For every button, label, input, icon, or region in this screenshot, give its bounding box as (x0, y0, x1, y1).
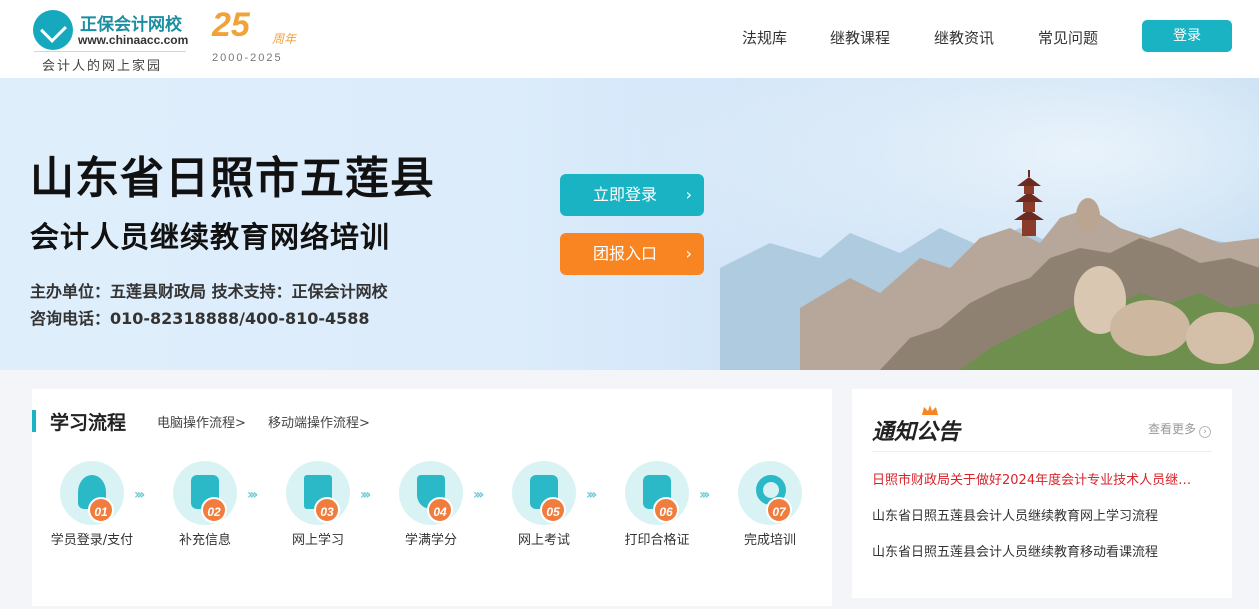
banner-subtitle: 会计人员继续教育网络培训 (30, 220, 391, 254)
banner-organizer: 主办单位：五莲县财政局 技术支持：正保会计网校 (30, 282, 388, 301)
learning-process-panel: 学习流程 电脑操作流程> 移动端操作流程> 01 学员登录/支付 ››› 02 … (32, 389, 832, 606)
step-label: 学员登录/支付 (50, 533, 134, 548)
step-number: 07 (766, 497, 792, 523)
section-accent-bar (32, 410, 36, 432)
step-item: 01 学员登录/支付 (42, 461, 142, 591)
notice-item[interactable]: 山东省日照五莲县会计人员继续教育网上学习流程 (872, 505, 1202, 524)
chevron-right-icon: › (685, 244, 692, 263)
nav-link-regulations[interactable]: 法规库 (742, 27, 787, 48)
step-number: 06 (653, 497, 679, 523)
pagoda-icon (1014, 170, 1044, 236)
anniversary-number: 25 (212, 6, 250, 44)
step-arrow-icon: ››› (699, 487, 710, 503)
mobile-guide-link[interactable]: 移动端操作流程> (268, 412, 370, 431)
notice-title: 通知公告 (872, 419, 961, 445)
see-more-label: 查看更多 (1148, 422, 1197, 436)
step-item: 03 网上学习 (268, 461, 368, 591)
learning-process-title: 学习流程 (50, 412, 127, 434)
step-number: 03 (314, 497, 340, 523)
step-arrow-icon: ››› (473, 487, 484, 503)
step-arrow-icon: ››› (247, 487, 258, 503)
step-label: 补充信息 (178, 533, 231, 548)
site-header: 正保会计网校 www.chinaacc.com 会计人的网上家园 25 周年 2… (0, 0, 1259, 78)
logo-name: 正保会计网校 (80, 15, 182, 35)
step-label: 完成培训 (743, 533, 796, 548)
chevron-right-icon: › (1199, 426, 1212, 438)
group-enroll-label: 团报入口 (593, 244, 658, 263)
step-item: 02 补充信息 (155, 461, 255, 591)
logo-slogan: 会计人的网上家园 (42, 59, 163, 74)
step-number: 02 (201, 497, 227, 523)
step-number: 04 (427, 497, 453, 523)
step-arrow-icon: ››› (360, 487, 371, 503)
step-label: 网上考试 (517, 533, 570, 548)
see-more-link[interactable]: 查看更多 › (1148, 420, 1212, 438)
logo-url: www.chinaacc.com (78, 33, 189, 47)
nav-link-news[interactable]: 继教资讯 (934, 27, 994, 48)
step-number: 05 (540, 497, 566, 523)
anniversary-badge: 25 周年 2000-2025 (212, 6, 322, 68)
nav-link-courses[interactable]: 继教课程 (830, 27, 890, 48)
login-now-label: 立即登录 (593, 185, 658, 204)
site-logo[interactable]: 正保会计网校 www.chinaacc.com 会计人的网上家园 (30, 8, 190, 74)
banner-phone: 咨询电话：010-82318888/400-810-4588 (30, 309, 370, 328)
header-login-button[interactable]: 登录 (1142, 20, 1232, 52)
logo-mark-icon (33, 10, 73, 50)
step-item: 07 完成培训 (720, 461, 820, 591)
logo-divider (34, 51, 186, 52)
login-now-button[interactable]: 立即登录 › (560, 174, 704, 216)
nav-link-faq[interactable]: 常见问题 (1038, 27, 1098, 48)
step-item: 06 打印合格证 (607, 461, 707, 591)
step-label: 学满学分 (404, 533, 457, 548)
hero-banner: 山东省日照市五莲县 会计人员继续教育网络培训 主办单位：五莲县财政局 技术支持：… (0, 78, 1259, 370)
notice-panel: 通知公告 查看更多› 日照市财政局关于做好2024年度会计专业技术人员继续教育工… (852, 389, 1232, 598)
mountain-pagoda-illustration (720, 170, 1259, 370)
step-label: 网上学习 (291, 533, 344, 548)
step-arrow-icon: ››› (134, 487, 145, 503)
step-arrow-icon: ››› (586, 487, 597, 503)
step-label: 打印合格证 (624, 533, 690, 548)
anniversary-years: 2000-2025 (212, 52, 283, 64)
banner-title: 山东省日照市五莲县 (30, 153, 435, 204)
chevron-right-icon: › (685, 185, 692, 204)
group-enroll-button[interactable]: 团报入口 › (560, 233, 704, 275)
anniversary-label: 周年 (272, 32, 297, 46)
notice-divider (872, 451, 1212, 452)
notice-item[interactable]: 山东省日照五莲县会计人员继续教育移动看课流程 (872, 541, 1202, 560)
step-item: 04 学满学分 (381, 461, 481, 591)
notice-item[interactable]: 日照市财政局关于做好2024年度会计专业技术人员继续教育工作的通知 (872, 469, 1202, 488)
pc-guide-link[interactable]: 电脑操作流程> (157, 412, 246, 431)
step-number: 01 (88, 497, 114, 523)
step-item: 05 网上考试 (494, 461, 594, 591)
